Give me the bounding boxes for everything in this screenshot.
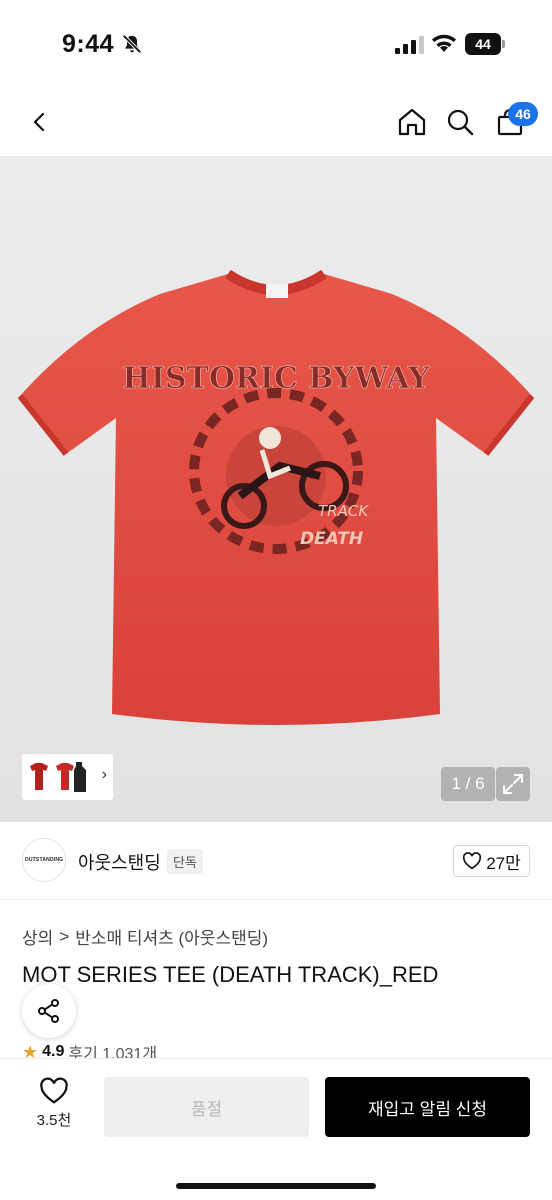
- wifi-icon: [432, 34, 456, 52]
- bell-slash-icon: [122, 34, 142, 54]
- review-count: 후기 1,031개: [68, 1046, 158, 1059]
- image-counter: 1 / 6: [441, 767, 495, 801]
- svg-text:DEATH: DEATH: [300, 529, 363, 549]
- status-time: 9:44: [62, 30, 115, 58]
- thumbnail-strip[interactable]: ›: [22, 754, 113, 800]
- search-button[interactable]: [440, 102, 480, 142]
- top-nav: [0, 90, 552, 156]
- exclusive-badge: 단독: [167, 849, 203, 874]
- wishlist-button[interactable]: 3.5천: [22, 1077, 86, 1141]
- thumbnail-arrow: ›: [101, 766, 107, 783]
- share-button[interactable]: [22, 984, 76, 1038]
- brand-like-button[interactable]: 27만: [453, 845, 530, 877]
- cart-count-badge: 46: [508, 102, 538, 126]
- heart-icon: [463, 852, 482, 870]
- product-photo-red-tee: HISTORIC BYWAY TRACK DEATH: [17, 269, 535, 725]
- brand-row: OUTSTANDING 아웃스탠딩 단독 27만: [0, 822, 552, 900]
- heart-icon: [40, 1077, 68, 1104]
- product-image-carousel[interactable]: HISTORIC BYWAY TRACK DEATH › 1 / 6: [0, 156, 552, 822]
- rating-score: 4.9: [42, 1045, 65, 1059]
- signal-icon: [395, 36, 424, 54]
- breadcrumb-subcategory[interactable]: 반소매 티셔츠 (아웃스탠딩): [75, 924, 268, 949]
- brand-name[interactable]: 아웃스탠딩: [78, 849, 161, 875]
- svg-text:TRACK: TRACK: [318, 502, 369, 520]
- breadcrumb-category[interactable]: 상의: [22, 924, 53, 949]
- star-icon: ★: [22, 1045, 39, 1059]
- purchase-bar: 3.5천 품절 재입고 알림 신청: [0, 1058, 552, 1200]
- battery-level: 44: [465, 33, 501, 55]
- breadcrumb-separator: >: [59, 926, 70, 946]
- wishlist-count: 3.5천: [36, 1112, 72, 1129]
- battery-icon: 44: [465, 33, 505, 55]
- search-icon: [447, 109, 474, 136]
- soldout-button: 품절: [104, 1077, 309, 1137]
- back-button[interactable]: [20, 102, 60, 142]
- home-icon: [398, 108, 426, 136]
- home-button[interactable]: [392, 102, 432, 142]
- expand-image-button[interactable]: [496, 767, 530, 801]
- product-title: MOT SERIES TEE (DEATH TRACK)_RED: [22, 962, 439, 987]
- thumbnail-images: [30, 762, 86, 792]
- home-indicator: [176, 1183, 376, 1189]
- status-bar: 9:44 44: [0, 0, 552, 88]
- expand-icon: [503, 774, 523, 794]
- restock-alert-button[interactable]: 재입고 알림 신청: [325, 1077, 530, 1137]
- brand-like-count: 27만: [486, 853, 521, 873]
- brand-logo[interactable]: OUTSTANDING: [22, 838, 66, 882]
- rating-summary[interactable]: ★ 4.9 후기 1,031개: [22, 1045, 157, 1059]
- breadcrumb: 상의 > 반소매 티셔츠 (아웃스탠딩): [22, 924, 268, 949]
- share-icon: [38, 999, 59, 1023]
- chevron-left-icon: [33, 112, 45, 132]
